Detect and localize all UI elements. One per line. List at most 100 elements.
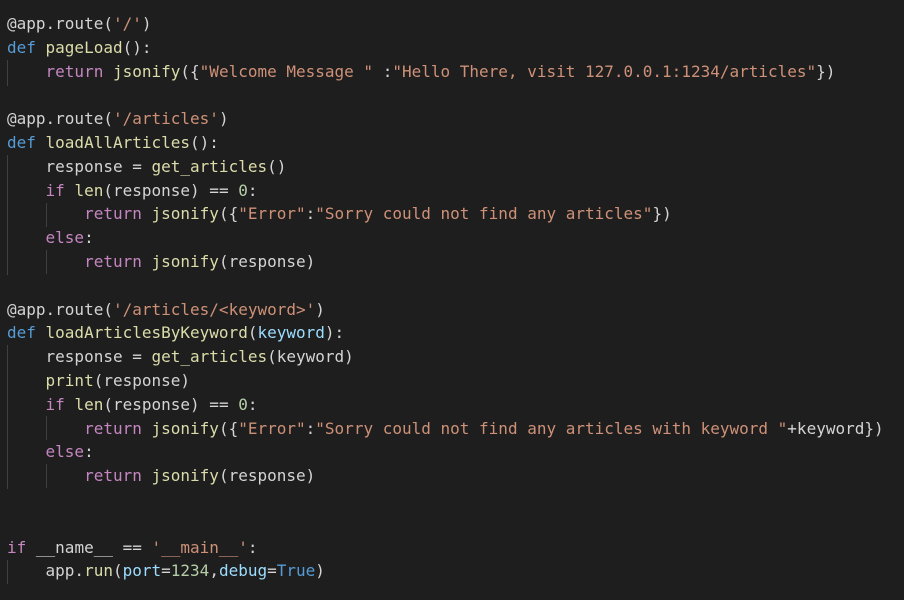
code-token: debug	[218, 561, 268, 581]
code-token: jsonify	[151, 418, 219, 438]
code-line[interactable]: def pageLoad():	[7, 36, 152, 60]
code-token: jsonify	[151, 252, 219, 271]
code-token: @app.route(	[7, 299, 113, 319]
code-token: ({	[218, 418, 239, 438]
code-token: +keyword})	[787, 418, 884, 438]
code-line[interactable]: response = get_articles()	[7, 155, 287, 179]
code-token: return	[84, 252, 152, 271]
code-token: ():	[190, 133, 219, 152]
code-token: (response)	[93, 371, 191, 390]
code-token: '/'	[112, 14, 142, 33]
code-token: "Welcome Message "	[199, 61, 374, 81]
code-token: response =	[7, 347, 152, 367]
code-token: (keyword)	[267, 347, 354, 367]
code-token: (response) ==	[103, 394, 239, 414]
code-token: get_articles	[151, 156, 268, 176]
code-line[interactable]: def loadArticlesByKeyword(keyword):	[7, 321, 344, 345]
code-token: return	[84, 466, 152, 486]
code-token: len	[74, 394, 104, 414]
code-line[interactable]: @app.route('/')	[7, 12, 152, 36]
code-line[interactable]: return jsonify(response)	[7, 250, 315, 274]
code-token: get_articles	[151, 347, 268, 367]
code-line[interactable]: if len(response) == 0:	[7, 393, 258, 417]
code-token: '/articles'	[112, 109, 219, 129]
code-token: keyword	[257, 323, 325, 343]
code-token: @app.route(	[7, 109, 113, 129]
code-token: (response)	[218, 252, 316, 271]
code-token: :	[305, 418, 316, 438]
code-line[interactable]: app.run(port=1234,debug=True)	[7, 559, 325, 583]
code-token: return	[45, 61, 113, 81]
code-token: print	[45, 371, 94, 390]
code-token: if	[45, 394, 75, 414]
code-line[interactable]: return jsonify({"Error":"Sorry could not…	[7, 202, 672, 226]
code-token: len	[74, 180, 104, 200]
code-editor[interactable]: @app.route('/') def pageLoad(): return js…	[0, 0, 904, 600]
code-token: "Sorry could not find any articles with …	[315, 418, 788, 438]
code-token: run	[84, 561, 113, 581]
code-token: ({	[218, 204, 239, 224]
code-token: pageLoad	[45, 37, 123, 57]
code-token: 1234	[170, 561, 210, 581]
code-token: "Error"	[238, 418, 306, 438]
code-token: :	[373, 61, 393, 81]
code-token: (response)	[218, 466, 316, 486]
code-token: )	[315, 561, 325, 581]
code-line[interactable]: print(response)	[7, 369, 191, 393]
code-token: def	[7, 133, 46, 152]
code-token: ,	[209, 561, 219, 581]
code-line[interactable]: if __name__ == '__main__':	[7, 536, 257, 560]
code-line[interactable]: @app.route('/articles/<keyword>')	[7, 298, 325, 322]
code-token: True	[276, 561, 316, 581]
code-token: else	[45, 442, 85, 462]
code-token: })	[652, 204, 672, 224]
code-token: 0	[238, 180, 248, 200]
code-token: loadArticlesByKeyword	[45, 323, 248, 343]
code-token: (	[112, 561, 123, 581]
code-token: response =	[7, 156, 152, 176]
code-token: 0	[238, 394, 248, 414]
code-token: port	[122, 561, 162, 581]
code-token: (response) ==	[103, 180, 239, 200]
code-token: ({	[180, 61, 200, 81]
code-line[interactable]: else:	[7, 440, 94, 464]
code-token: :	[247, 180, 258, 200]
code-token: @app.route(	[7, 14, 113, 33]
code-token: "Hello There, visit 127.0.0.1:1234/artic…	[392, 61, 817, 81]
code-line[interactable]: return jsonify(response)	[7, 464, 315, 488]
code-token: :	[84, 228, 94, 248]
code-token: __name__ ==	[35, 537, 152, 557]
code-token: return	[84, 204, 152, 224]
code-token: jsonify	[151, 466, 219, 486]
code-line[interactable]: else:	[7, 226, 94, 250]
code-line[interactable]: if len(response) == 0:	[7, 179, 258, 203]
code-line[interactable]: return jsonify({"Error":"Sorry could not…	[7, 417, 884, 441]
code-token: jsonify	[151, 204, 219, 224]
code-line[interactable]: return jsonify({"Welcome Message " :"Hel…	[7, 60, 836, 84]
code-token: loadAllArticles	[45, 133, 191, 152]
code-token: ):	[324, 323, 345, 343]
code-token: :	[247, 394, 258, 414]
code-token: "Error"	[238, 204, 306, 224]
code-line[interactable]: response = get_articles(keyword)	[7, 345, 354, 369]
code-token: )	[141, 14, 152, 33]
code-token: =	[267, 561, 277, 581]
code-token: '__main__'	[151, 537, 248, 557]
code-token: })	[816, 61, 836, 81]
code-line[interactable]: @app.route('/articles')	[7, 107, 229, 131]
code-token: :	[84, 442, 94, 462]
code-token: =	[161, 561, 171, 581]
code-token: ()	[267, 156, 287, 176]
code-token: def	[7, 37, 46, 57]
code-line[interactable]: def loadAllArticles():	[7, 131, 219, 155]
code-token: )	[315, 299, 325, 319]
code-token: if	[45, 180, 75, 200]
